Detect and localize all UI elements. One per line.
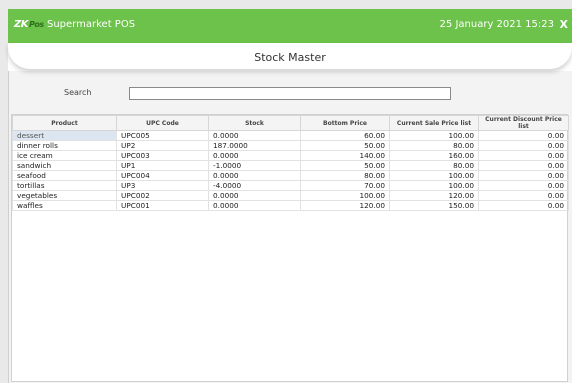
cell-stock: 0.0000: [208, 170, 301, 181]
search-input[interactable]: [129, 87, 451, 100]
table-row[interactable]: ice cream UPC003 0.0000 140.00 160.00 0.…: [12, 150, 569, 161]
cell-upc-code: UP2: [116, 140, 209, 151]
cell-discount-price: 0.00: [478, 170, 569, 181]
cell-stock: 0.0000: [208, 190, 301, 201]
cell-upc-code: UPC003: [116, 150, 209, 161]
cell-sale-price: 100.00: [389, 130, 479, 141]
cell-sale-price: 150.00: [389, 200, 479, 211]
table-header-row: Product UPC Code Stock Bottom Price Curr…: [12, 115, 569, 131]
datetime-display: 25 January 2021 15:23: [439, 19, 554, 30]
cell-upc-code: UPC005: [116, 130, 209, 141]
cell-discount-price: 0.00: [478, 150, 569, 161]
cell-discount-price: 0.00: [478, 200, 569, 211]
cell-discount-price: 0.00: [478, 140, 569, 151]
cell-sale-price: 80.00: [389, 140, 479, 151]
table-row[interactable]: tortillas UP3 -4.0000 70.00 100.00 0.00: [12, 180, 569, 191]
search-label: Search: [64, 88, 92, 97]
title-bar: ZKPos Supermarket POS 25 January 2021 15…: [8, 9, 572, 43]
cell-product: sandwich: [12, 160, 117, 171]
cell-bottom-price: 50.00: [300, 160, 390, 171]
cell-sale-price: 100.00: [389, 180, 479, 191]
cell-product: dessert: [12, 130, 117, 141]
cell-stock: 0.0000: [208, 200, 301, 211]
cell-upc-code: UPC002: [116, 190, 209, 201]
table-row[interactable]: dinner rolls UP2 187.0000 50.00 80.00 0.…: [12, 140, 569, 151]
cell-sale-price: 120.00: [389, 190, 479, 201]
cell-stock: 187.0000: [208, 140, 301, 151]
close-button[interactable]: X: [560, 18, 568, 31]
column-header-current-discount-price[interactable]: Current Discount Price list: [478, 115, 569, 131]
cell-product: waffles: [12, 200, 117, 211]
cell-product: ice cream: [12, 150, 117, 161]
zkpos-logo: ZKPos: [14, 19, 44, 30]
cell-stock: 0.0000: [208, 150, 301, 161]
cell-product: seafood: [12, 170, 117, 181]
cell-discount-price: 0.00: [478, 160, 569, 171]
cell-sale-price: 100.00: [389, 170, 479, 181]
cell-discount-price: 0.00: [478, 190, 569, 201]
cell-sale-price: 80.00: [389, 160, 479, 171]
cell-bottom-price: 80.00: [300, 170, 390, 181]
column-header-upc-code[interactable]: UPC Code: [116, 115, 209, 131]
cell-upc-code: UP1: [116, 160, 209, 171]
table-row[interactable]: dessert UPC005 0.0000 60.00 100.00 0.00: [12, 130, 569, 141]
cell-upc-code: UPC001: [116, 200, 209, 211]
app-name: Supermarket POS: [47, 19, 136, 30]
cell-bottom-price: 140.00: [300, 150, 390, 161]
cell-product: vegetables: [12, 190, 117, 201]
table-row[interactable]: sandwich UP1 -1.0000 50.00 80.00 0.00: [12, 160, 569, 171]
cell-stock: -4.0000: [208, 180, 301, 191]
cell-sale-price: 160.00: [389, 150, 479, 161]
column-header-stock[interactable]: Stock: [208, 115, 301, 131]
cell-upc-code: UP3: [116, 180, 209, 191]
logo-text: ZK: [14, 19, 29, 30]
cell-stock: -1.0000: [208, 160, 301, 171]
cell-bottom-price: 50.00: [300, 140, 390, 151]
column-header-current-sale-price[interactable]: Current Sale Price list: [389, 115, 479, 131]
cell-upc-code: UPC004: [116, 170, 209, 181]
logo-subtext: Pos: [29, 20, 44, 29]
cell-discount-price: 0.00: [478, 130, 569, 141]
cell-bottom-price: 120.00: [300, 200, 390, 211]
table-row[interactable]: waffles UPC001 0.0000 120.00 150.00 0.00: [12, 200, 569, 211]
main-panel: Stock Master Search Product UPC Code Sto…: [8, 43, 572, 383]
column-header-product[interactable]: Product: [12, 115, 117, 131]
stock-table: Product UPC Code Stock Bottom Price Curr…: [11, 114, 569, 382]
cell-discount-price: 0.00: [478, 180, 569, 191]
table-row[interactable]: vegetables UPC002 0.0000 100.00 120.00 0…: [12, 190, 569, 201]
cell-bottom-price: 70.00: [300, 180, 390, 191]
column-header-bottom-price[interactable]: Bottom Price: [300, 115, 390, 131]
cell-stock: 0.0000: [208, 130, 301, 141]
table-row[interactable]: seafood UPC004 0.0000 80.00 100.00 0.00: [12, 170, 569, 181]
cell-product: tortillas: [12, 180, 117, 191]
cell-product: dinner rolls: [12, 140, 117, 151]
cell-bottom-price: 60.00: [300, 130, 390, 141]
cell-bottom-price: 100.00: [300, 190, 390, 201]
page-title: Stock Master: [8, 43, 572, 69]
